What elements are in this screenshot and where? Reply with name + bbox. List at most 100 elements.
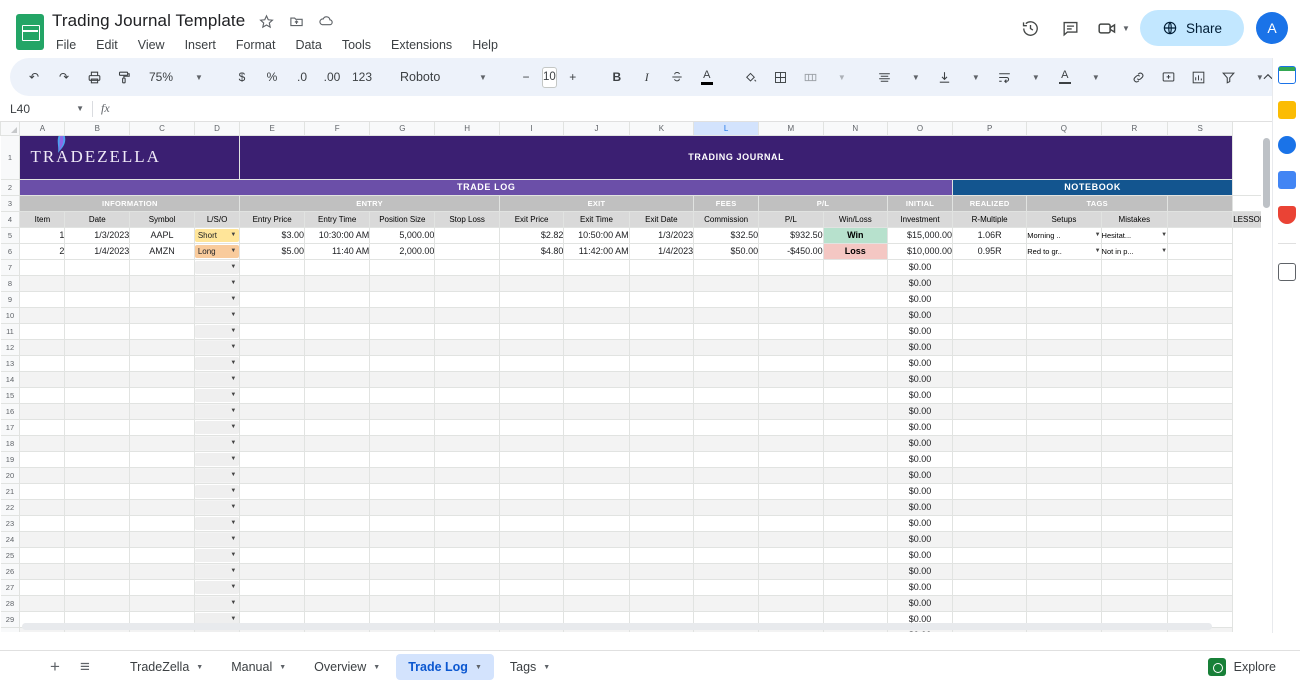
cell-empty[interactable]	[1101, 355, 1168, 371]
cell-empty[interactable]	[130, 371, 195, 387]
cell-empty[interactable]	[694, 579, 759, 595]
cell-long-short-empty[interactable]: ▼	[194, 387, 239, 403]
cell-empty[interactable]	[370, 483, 435, 499]
cell-investment-empty[interactable]: $0.00	[888, 579, 953, 595]
cell-empty[interactable]	[759, 595, 824, 611]
cell-empty[interactable]	[823, 451, 887, 467]
cell-empty[interactable]	[435, 339, 500, 355]
cell-empty[interactable]	[370, 403, 435, 419]
chevron-down-icon[interactable]: ▼	[195, 469, 239, 482]
row-header-2[interactable]: 2	[1, 179, 20, 195]
cell-long-short-empty[interactable]: ▼	[194, 595, 239, 611]
table-row-empty[interactable]: 20▼$0.00	[1, 467, 1272, 483]
name-box[interactable]: L40 ▼	[4, 98, 90, 120]
cell-empty[interactable]	[1101, 451, 1168, 467]
cell-empty[interactable]	[65, 499, 130, 515]
version-history-icon[interactable]	[1013, 11, 1047, 45]
cell-date[interactable]: 1/4/2023	[65, 243, 130, 259]
cell-empty[interactable]	[1101, 275, 1168, 291]
cell-empty[interactable]	[499, 531, 563, 547]
cell-empty[interactable]	[65, 595, 130, 611]
cell-empty[interactable]	[370, 515, 435, 531]
row-header-19[interactable]: 19	[1, 451, 20, 467]
cell-empty[interactable]	[240, 355, 305, 371]
cell-empty[interactable]	[20, 259, 65, 275]
cell-empty[interactable]	[240, 259, 305, 275]
table-row-empty[interactable]: 18▼$0.00	[1, 435, 1272, 451]
cell-empty[interactable]	[823, 483, 887, 499]
paint-format-icon[interactable]	[110, 63, 138, 91]
cell-empty[interactable]	[370, 387, 435, 403]
chevron-down-icon[interactable]: ▼	[195, 421, 239, 434]
halign-chevron-down-icon[interactable]: ▼	[901, 63, 929, 91]
chevron-down-icon[interactable]: ▼	[196, 664, 203, 671]
valign-chevron-down-icon[interactable]: ▼	[961, 63, 989, 91]
cell-empty[interactable]	[694, 467, 759, 483]
cell-empty[interactable]	[823, 515, 887, 531]
cell-empty[interactable]	[759, 323, 824, 339]
cell-empty[interactable]	[435, 499, 500, 515]
cell-long-short-empty[interactable]: ▼	[194, 419, 239, 435]
meet-button[interactable]: ▼	[1093, 11, 1134, 45]
cell-empty[interactable]	[759, 435, 824, 451]
chevron-down-icon[interactable]: ▼	[195, 549, 239, 562]
chevron-down-icon[interactable]: ▼	[195, 373, 239, 386]
cell-empty[interactable]	[240, 563, 305, 579]
cell-exit-date[interactable]: 1/3/2023	[629, 227, 694, 243]
cell-empty[interactable]	[629, 595, 694, 611]
chevron-down-icon[interactable]: ▼	[195, 309, 239, 322]
cell-empty[interactable]	[953, 339, 1027, 355]
cell-empty[interactable]	[370, 307, 435, 323]
cell-empty[interactable]	[759, 515, 824, 531]
table-row-empty[interactable]: 19▼$0.00	[1, 451, 1272, 467]
wrap-chevron-down-icon[interactable]: ▼	[1021, 63, 1049, 91]
text-wrap-icon[interactable]	[991, 63, 1019, 91]
cell-empty[interactable]	[564, 259, 629, 275]
cell-empty[interactable]	[759, 419, 824, 435]
move-to-folder-icon[interactable]	[287, 12, 305, 30]
cell-long-short-empty[interactable]: ▼	[194, 307, 239, 323]
row-header-17[interactable]: 17	[1, 419, 20, 435]
table-row-empty[interactable]: 28▼$0.00	[1, 595, 1272, 611]
cell-empty[interactable]	[20, 499, 65, 515]
cell-empty[interactable]	[1101, 483, 1168, 499]
sheet-tab-manual[interactable]: Manual▼	[219, 654, 298, 680]
zoom-chevron-down-icon[interactable]: ▼	[184, 63, 212, 91]
cell-empty[interactable]	[1027, 579, 1101, 595]
cell-long-short-empty[interactable]: ▼	[194, 435, 239, 451]
cell-empty[interactable]	[823, 339, 887, 355]
sheet-tab-overview[interactable]: Overview▼	[302, 654, 392, 680]
cell-empty[interactable]	[1027, 259, 1101, 275]
fill-color-icon[interactable]	[737, 63, 765, 91]
cell-empty[interactable]	[20, 307, 65, 323]
cell-empty[interactable]	[823, 291, 887, 307]
cell-empty[interactable]	[1027, 291, 1101, 307]
currency-format-button[interactable]: $	[228, 63, 256, 91]
row-header-4[interactable]: 4	[1, 211, 20, 227]
cell-empty[interactable]	[694, 387, 759, 403]
cell-empty[interactable]	[1168, 515, 1233, 531]
cell-investment-empty[interactable]: $0.00	[888, 435, 953, 451]
chevron-down-icon[interactable]: ▼	[195, 501, 239, 514]
cell-empty[interactable]	[1168, 323, 1233, 339]
cell-empty[interactable]	[694, 483, 759, 499]
cell-empty[interactable]	[1168, 483, 1233, 499]
cell-empty[interactable]	[130, 483, 195, 499]
cell-empty[interactable]	[499, 451, 563, 467]
cell-empty[interactable]	[435, 467, 500, 483]
cell-empty[interactable]	[694, 259, 759, 275]
cell-empty[interactable]	[694, 323, 759, 339]
add-ons-icon[interactable]	[1278, 263, 1296, 281]
cell-empty[interactable]	[240, 435, 305, 451]
cell-empty[interactable]	[20, 579, 65, 595]
cell-empty[interactable]	[130, 419, 195, 435]
cell-empty[interactable]	[435, 355, 500, 371]
horizontal-scroll-thumb[interactable]	[22, 623, 1212, 630]
cell-empty[interactable]	[1101, 323, 1168, 339]
merge-chevron-down-icon[interactable]: ▼	[827, 63, 855, 91]
cell-empty[interactable]	[1027, 563, 1101, 579]
explore-button[interactable]: Explore	[1208, 658, 1276, 676]
cell-empty[interactable]	[694, 435, 759, 451]
cell-empty[interactable]	[629, 483, 694, 499]
strikethrough-button[interactable]	[663, 63, 691, 91]
